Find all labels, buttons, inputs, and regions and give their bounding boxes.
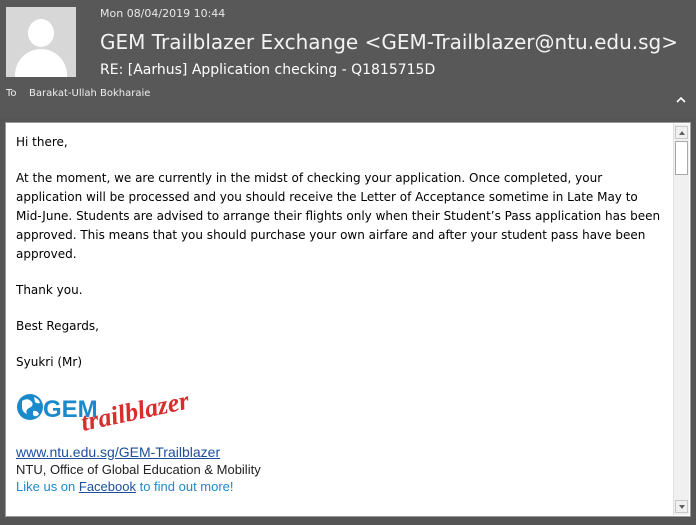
- thanks-text: Thank you.: [16, 283, 83, 297]
- arrow-up-icon: [678, 130, 685, 135]
- recipient-name[interactable]: Barakat-Ullah Bokharaie: [29, 88, 150, 99]
- ntu-website-link[interactable]: www.ntu.edu.sg/GEM-Trailblazer: [16, 443, 664, 461]
- message-body-pane[interactable]: Hi there, At the moment, we are currentl…: [5, 122, 691, 517]
- facebook-link[interactable]: Facebook: [79, 479, 136, 494]
- message-body: Hi there, At the moment, we are currentl…: [16, 133, 664, 495]
- sent-date: Mon 08/04/2019 10:44: [100, 7, 226, 20]
- scroll-down-button[interactable]: [675, 500, 688, 513]
- body-paragraph: At the moment, we are currently in the m…: [16, 171, 661, 261]
- message-header: Mon 08/04/2019 10:44 GEM Trailblazer Exc…: [0, 0, 696, 118]
- regards-text: Best Regards,: [16, 319, 99, 333]
- sender-avatar: [6, 7, 76, 77]
- message-subject: RE: [Aarhus] Application checking - Q181…: [100, 62, 436, 78]
- avatar-head-shape: [28, 19, 54, 47]
- globe-icon: GEM trailblazer: [17, 385, 192, 437]
- vertical-scrollbar[interactable]: [673, 124, 689, 515]
- greeting-text: Hi there,: [16, 135, 68, 149]
- scroll-thumb[interactable]: [675, 141, 688, 175]
- gem-trailblazer-logo: GEM trailblazer: [16, 385, 664, 443]
- office-name: NTU, Office of Global Education & Mobili…: [16, 462, 261, 477]
- facebook-line: Like us on Facebook to find out more!: [16, 478, 664, 495]
- avatar-body-shape: [15, 49, 67, 77]
- like-suffix-text: to find out more!: [135, 479, 234, 494]
- chevron-up-icon: [676, 96, 686, 103]
- collapse-header-button[interactable]: [674, 93, 688, 107]
- sender-name[interactable]: GEM Trailblazer Exchange <GEM-Trailblaze…: [100, 30, 678, 54]
- sender-signoff: Syukri (Mr): [16, 355, 83, 369]
- arrow-down-icon: [678, 504, 685, 509]
- to-label: To: [6, 88, 17, 99]
- logo-trailblazer-text: trailblazer: [78, 387, 192, 437]
- scroll-up-button[interactable]: [675, 126, 688, 139]
- like-prefix-text: Like us on: [16, 479, 79, 494]
